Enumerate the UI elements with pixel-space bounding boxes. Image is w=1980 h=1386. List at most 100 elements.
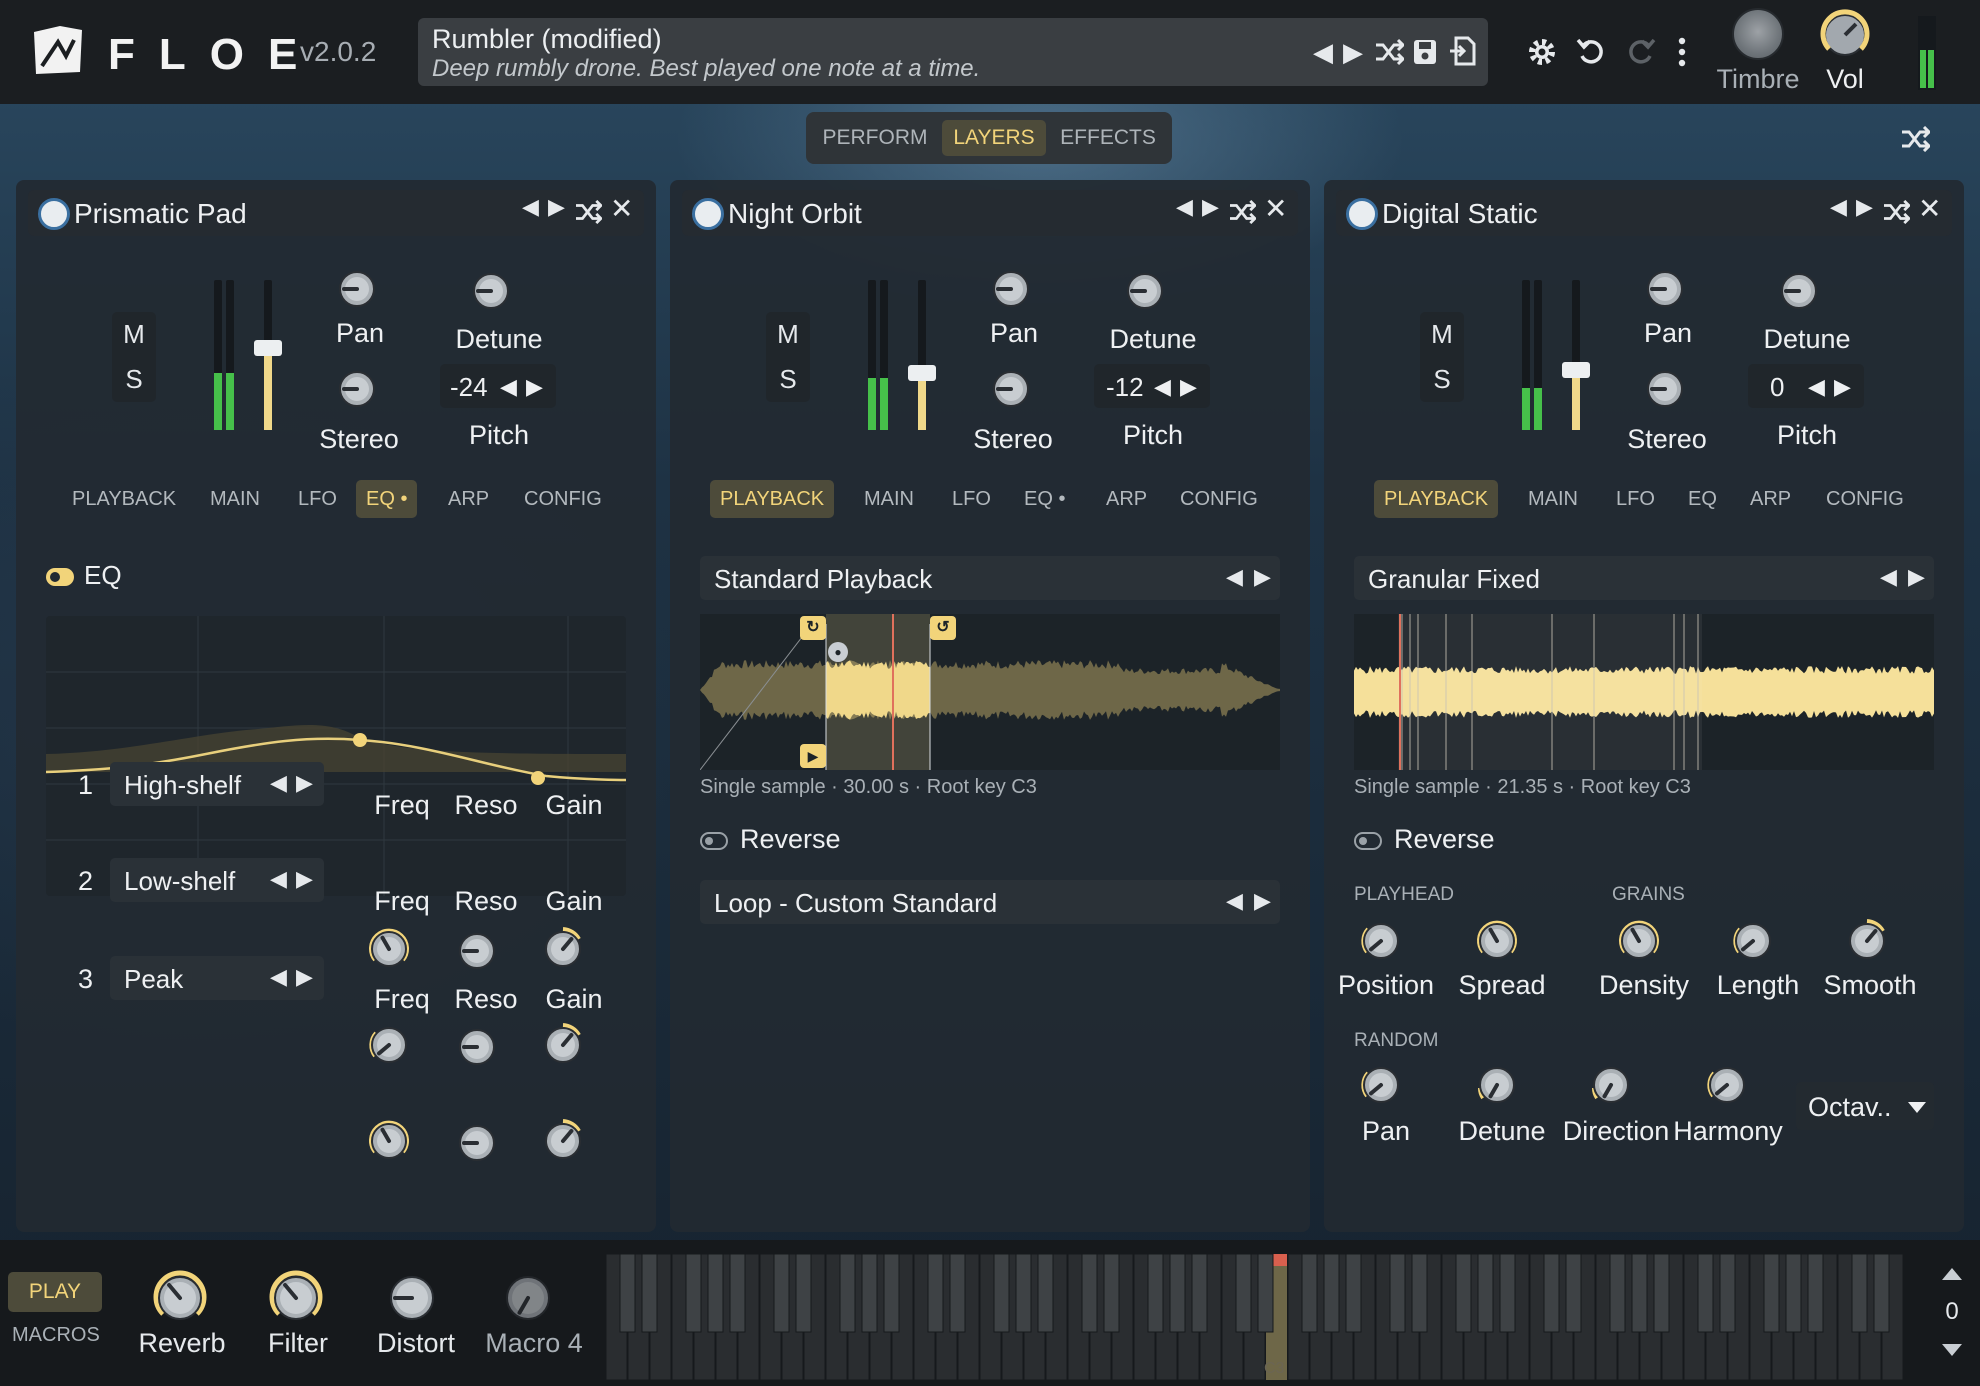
random-detune-knob[interactable] [1472, 1060, 1522, 1110]
subtab-config[interactable]: CONFIG [1816, 480, 1914, 518]
subtab-eq[interactable]: EQ • [356, 480, 418, 518]
subtab-main[interactable]: MAIN [200, 480, 270, 518]
preset-selector[interactable]: Rumbler (modified) Deep rumbly drone. Be… [418, 18, 1488, 86]
close-layer-icon[interactable]: ✕ [1264, 192, 1287, 225]
reverse-toggle[interactable] [700, 832, 728, 850]
settings-gear-icon[interactable] [1526, 36, 1558, 68]
freq-knob[interactable] [364, 924, 414, 974]
freq-knob[interactable] [364, 1116, 414, 1166]
solo-button[interactable]: S [1420, 357, 1464, 402]
reso-knob[interactable] [452, 926, 502, 976]
mute-button[interactable]: M [766, 312, 810, 357]
next-type-icon[interactable]: ▶ [296, 866, 313, 892]
prev-type-icon[interactable]: ◀ [270, 964, 287, 990]
next-preset-icon[interactable]: ▶ [1336, 32, 1370, 72]
subtab-eq[interactable]: EQ • [1014, 480, 1075, 518]
undo-icon[interactable] [1576, 36, 1606, 66]
random-direction-knob[interactable] [1586, 1060, 1636, 1110]
subtab-lfo[interactable]: LFO [288, 480, 347, 518]
next-type-icon[interactable]: ▶ [296, 770, 313, 796]
layer-name[interactable]: Digital Static [1382, 198, 1538, 230]
subtab-main[interactable]: MAIN [1518, 480, 1588, 518]
shuffle-layer-icon[interactable] [1228, 200, 1256, 224]
playback-mode-select[interactable]: Standard Playback ◀ ▶ [700, 556, 1280, 600]
prev-instrument-icon[interactable]: ◀ [1176, 194, 1193, 220]
pan-knob[interactable] [986, 264, 1036, 314]
stereo-knob[interactable] [332, 364, 382, 414]
subtab-eq[interactable]: EQ [1678, 480, 1727, 518]
stereo-knob[interactable] [1640, 364, 1690, 414]
subtab-playback[interactable]: PLAYBACK [1374, 480, 1499, 518]
piano-keyboard[interactable]: C3 [606, 1254, 1910, 1380]
next-instrument-icon[interactable]: ▶ [548, 194, 565, 220]
gain-knob[interactable] [538, 924, 588, 974]
more-options-icon[interactable] [1676, 36, 1688, 68]
next-mode-icon[interactable]: ▶ [1254, 564, 1271, 590]
pitch-up-icon[interactable]: ▶ [1834, 374, 1851, 400]
shuffle-layer-icon[interactable] [1882, 200, 1910, 224]
mute-button[interactable]: M [112, 312, 156, 357]
volume-fader[interactable] [254, 280, 282, 430]
tab-perform[interactable]: PERFORM [814, 120, 936, 156]
pitch-down-icon[interactable]: ◀ [500, 374, 517, 400]
eq-enable-toggle[interactable] [46, 568, 74, 586]
octave-down-icon[interactable] [1942, 1344, 1962, 1356]
close-layer-icon[interactable]: ✕ [1918, 192, 1941, 225]
reverse-toggle[interactable] [1354, 832, 1382, 850]
next-mode-icon[interactable]: ▶ [1908, 564, 1925, 590]
reso-knob[interactable] [452, 1118, 502, 1168]
prev-preset-icon[interactable]: ◀ [1306, 32, 1340, 72]
random-pan-knob[interactable] [1356, 1060, 1406, 1110]
subtab-playback[interactable]: PLAYBACK [710, 480, 835, 518]
prev-instrument-icon[interactable]: ◀ [522, 194, 539, 220]
pitch-up-icon[interactable]: ▶ [1180, 374, 1197, 400]
close-layer-icon[interactable]: ✕ [610, 192, 633, 225]
filter-macro-knob[interactable] [266, 1268, 326, 1328]
pitch-up-icon[interactable]: ▶ [526, 374, 543, 400]
next-instrument-icon[interactable]: ▶ [1856, 194, 1873, 220]
subtab-lfo[interactable]: LFO [942, 480, 1001, 518]
prev-mode-icon[interactable]: ◀ [1880, 564, 1897, 590]
octave-dropdown[interactable]: Octav.. [1796, 1082, 1934, 1130]
next-type-icon[interactable]: ▶ [296, 964, 313, 990]
length-knob[interactable] [1728, 916, 1778, 966]
subtab-config[interactable]: CONFIG [514, 480, 612, 518]
granular-waveform-display[interactable] [1354, 614, 1934, 770]
playback-mode-select[interactable]: Granular Fixed ◀ ▶ [1354, 556, 1934, 600]
randomize-all-icon[interactable] [1900, 126, 1930, 152]
load-file-icon[interactable] [1448, 36, 1476, 66]
play-tab-button[interactable]: PLAY [8, 1272, 102, 1312]
macros-tab-button[interactable]: MACROS [12, 1324, 100, 1347]
stereo-knob[interactable] [986, 364, 1036, 414]
subtab-playback[interactable]: PLAYBACK [62, 480, 186, 518]
timbre-knob[interactable] [1732, 8, 1784, 60]
smooth-knob[interactable] [1842, 916, 1892, 966]
octave-up-icon[interactable] [1942, 1268, 1962, 1280]
tab-effects[interactable]: EFFECTS [1052, 120, 1164, 156]
gain-knob[interactable] [538, 1020, 588, 1070]
random-harmony-knob[interactable] [1702, 1060, 1752, 1110]
gain-knob[interactable] [538, 1116, 588, 1166]
redo-icon[interactable] [1626, 36, 1656, 66]
prev-type-icon[interactable]: ◀ [270, 866, 287, 892]
shuffle-layer-icon[interactable] [574, 200, 602, 224]
macro4-knob[interactable] [498, 1268, 558, 1328]
pitch-stepper[interactable]: 0 ◀ ▶ [1748, 364, 1864, 408]
pitch-down-icon[interactable]: ◀ [1154, 374, 1171, 400]
waveform-display[interactable]: ↻ ↺ ▶ ● [700, 614, 1280, 770]
layer-name[interactable]: Prismatic Pad [74, 198, 247, 230]
mute-button[interactable]: M [1420, 312, 1464, 357]
density-knob[interactable] [1614, 916, 1664, 966]
save-preset-icon[interactable] [1412, 38, 1438, 66]
band-type-select[interactable]: Low-shelf ◀ ▶ [110, 858, 324, 902]
shuffle-preset-icon[interactable] [1374, 38, 1404, 66]
eq-graph[interactable] [46, 616, 626, 896]
subtab-lfo[interactable]: LFO [1606, 480, 1665, 518]
subtab-arp[interactable]: ARP [438, 480, 499, 518]
crossfade-handle-icon[interactable]: ● [828, 642, 848, 662]
detune-knob[interactable] [1774, 266, 1824, 316]
tab-layers[interactable]: LAYERS [942, 120, 1046, 156]
reverb-macro-knob[interactable] [150, 1268, 210, 1328]
subtab-arp[interactable]: ARP [1740, 480, 1801, 518]
loop-mode-select[interactable]: Loop - Custom Standard ◀ ▶ [700, 880, 1280, 924]
